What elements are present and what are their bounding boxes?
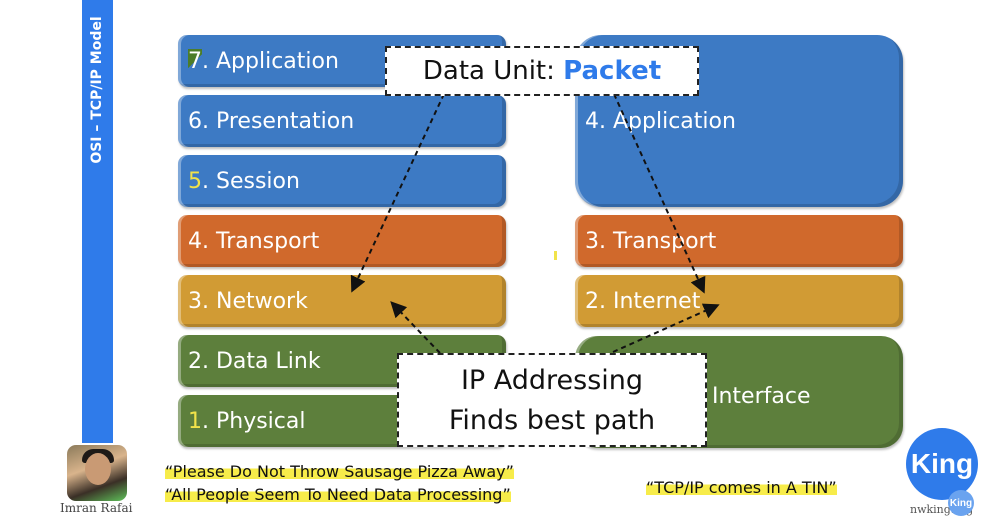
ip-addressing-callout: IP Addressing Finds best path — [397, 353, 707, 447]
mnemonic-text: “TCP/IP comes in A TIN” — [646, 478, 837, 497]
callout-line-1: IP Addressing — [460, 365, 644, 396]
arrow-ip-to-network — [390, 301, 441, 354]
arrow-ip-to-internet — [612, 303, 720, 353]
presenter-avatar — [67, 445, 127, 501]
data-unit-callout: Data Unit: Packet — [385, 46, 699, 96]
mnemonic-tcpip: “TCP/IP comes in A TIN” — [646, 478, 837, 497]
king-logo-small: King — [948, 490, 974, 516]
arrow-packet-to-internet — [613, 93, 706, 294]
presenter-name: Imran Rafai — [60, 501, 133, 515]
mnemonic-text: “All People Seem To Need Data Processing… — [165, 485, 511, 504]
mnemonic-osi-bottom-up: “All People Seem To Need Data Processing… — [165, 485, 511, 504]
arrow-packet-to-network — [350, 93, 445, 293]
king-logo: King — [906, 428, 978, 500]
callout-line-2: Finds best path — [448, 405, 656, 436]
mnemonic-text: “Please Do Not Throw Sausage Pizza Away” — [165, 462, 514, 481]
data-unit-value: Packet — [563, 56, 662, 86]
mnemonic-osi-top-down: “Please Do Not Throw Sausage Pizza Away” — [165, 462, 514, 481]
data-unit-prefix: Data Unit: — [422, 56, 564, 86]
